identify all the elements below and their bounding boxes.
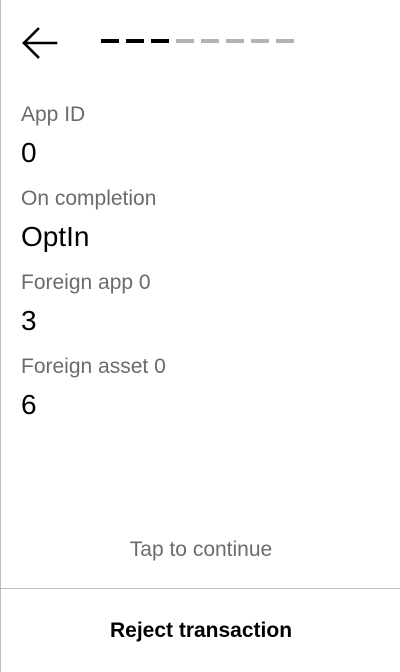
field-foreign-app: Foreign app 0 3 <box>21 268 381 344</box>
header <box>1 0 400 90</box>
field-value: 6 <box>21 389 37 420</box>
tap-to-continue[interactable]: Tap to continue <box>1 534 400 566</box>
progress-step <box>201 39 219 43</box>
progress-step <box>126 39 144 43</box>
field-value: 3 <box>21 305 37 336</box>
field-on-completion: On completion OptIn <box>21 184 381 260</box>
field-foreign-asset: Foreign asset 0 6 <box>21 352 381 428</box>
progress-step <box>101 39 119 43</box>
transaction-review-screen: App ID 0 On completion OptIn Foreign app… <box>0 0 400 672</box>
field-label: On completion <box>21 187 157 210</box>
field-app-id: App ID 0 <box>21 100 381 176</box>
field-label: Foreign asset 0 <box>21 355 166 378</box>
progress-step <box>151 39 169 43</box>
progress-step <box>276 39 294 43</box>
transaction-details: App ID 0 On completion OptIn Foreign app… <box>21 100 381 436</box>
field-value: OptIn <box>21 221 90 252</box>
field-label: App ID <box>21 103 86 126</box>
progress-step <box>226 39 244 43</box>
reject-transaction-button[interactable]: Reject transaction <box>1 589 400 672</box>
back-button[interactable] <box>21 26 59 60</box>
field-label: Foreign app 0 <box>21 271 151 294</box>
field-value: 0 <box>21 137 37 168</box>
progress-step <box>176 39 194 43</box>
arrow-left-icon <box>22 27 58 59</box>
progress-step <box>251 39 269 43</box>
